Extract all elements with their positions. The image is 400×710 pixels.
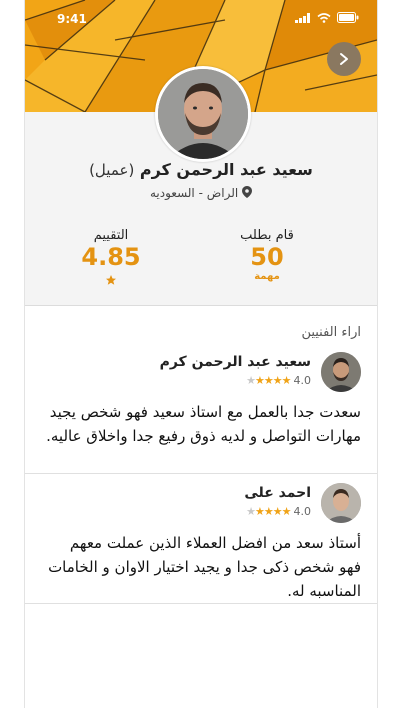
requests-stat: قام بطلب 50 مهمة	[207, 228, 327, 282]
reviewer-rating: ★★★★★ 4.0	[246, 505, 311, 518]
star-icon	[106, 275, 116, 285]
profile-avatar	[155, 66, 251, 162]
phone-screen: 9:41 التقييم 4.85 قام بطلب 50 مهمة سعيد …	[24, 0, 378, 708]
rating-value: 4.85	[81, 243, 141, 271]
status-bar: 9:41	[25, 0, 377, 30]
reviewer-rating: ★★★★★ 4.0	[246, 374, 311, 387]
requests-value: 50	[250, 243, 284, 271]
status-icons	[295, 12, 359, 23]
reviews-section-title: اراء الفنيين	[301, 325, 361, 340]
location-text: الراض - السعوديه	[149, 186, 239, 200]
rating-value-text: 4.0	[293, 374, 312, 387]
requests-unit: مهمة	[254, 271, 280, 282]
back-button[interactable]	[327, 42, 361, 76]
wifi-icon	[317, 12, 331, 23]
location-pin-icon	[242, 186, 253, 198]
review-divider	[25, 473, 377, 474]
avatar-image	[158, 69, 248, 159]
status-time: 9:41	[57, 12, 87, 26]
reviewer-name: احمد على	[244, 485, 311, 501]
rating-value-text: 4.0	[293, 505, 312, 518]
profile-role-tag: (عميل)	[89, 161, 135, 179]
profile-name: سعيد عبد الرحمن كرم (عميل)	[25, 160, 377, 179]
reviewer-avatar-image	[321, 483, 361, 523]
rating-label: التقييم	[93, 228, 129, 243]
profile-name-text: سعيد عبد الرحمن كرم	[139, 160, 313, 179]
rating-stars: ★★★★★	[246, 374, 291, 387]
review-text: سعدت جدا بالعمل مع استاذ سعيد فهو شخص يج…	[46, 403, 361, 445]
rating-stars: ★★★★★	[246, 505, 291, 518]
requests-label: قام بطلب	[240, 228, 294, 243]
review-divider	[25, 603, 377, 604]
reviewer-name: سعيد عبد الرحمن كرم	[159, 354, 311, 370]
profile-location: الراض - السعوديه	[25, 186, 377, 200]
reviewer-avatar	[321, 483, 361, 523]
reviewer-avatar-image	[321, 352, 361, 392]
reviewer-avatar	[321, 352, 361, 392]
signal-icon	[295, 12, 310, 23]
review-text: أستاذ سعد من افضل العملاء الذين عملت معه…	[48, 534, 361, 600]
chevron-right-icon	[340, 53, 348, 65]
rating-stat: التقييم 4.85	[51, 228, 171, 290]
battery-icon	[337, 12, 359, 23]
